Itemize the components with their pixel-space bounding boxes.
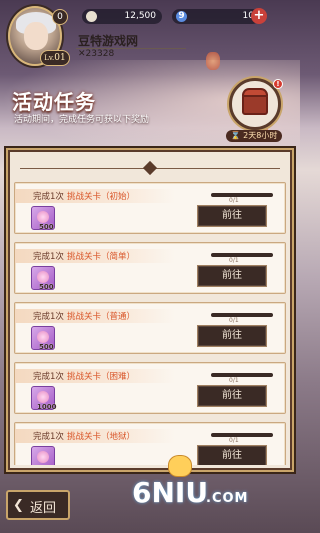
progress-bar — [211, 433, 273, 437]
chest-lid — [242, 88, 268, 97]
task-level: 挑战关卡（普通） — [67, 312, 136, 322]
player-name: 豆特游戏网 — [78, 34, 139, 48]
reward-amount: 1000 — [37, 403, 57, 411]
task-count: 完成1次 — [33, 252, 64, 262]
player-level: Lv.01 — [40, 50, 70, 66]
back-button[interactable]: ❮ 返回 — [6, 490, 70, 520]
gem-icon — [37, 331, 49, 343]
reward-amount: 500 — [39, 343, 54, 351]
progress-text: 0/1 — [229, 437, 239, 444]
player-power: ✕23328 — [78, 49, 115, 59]
task-list[interactable]: 完成1次 挑战关卡（初始） 0/1 500 前往 完成1次 挑战关卡（简单） 0… — [14, 180, 286, 465]
reward-amount: 500 — [39, 223, 54, 231]
task-count: 完成1次 — [33, 192, 64, 202]
notification-badge: ! — [273, 79, 283, 89]
event-timer: ⌛ 2天8小时 — [226, 130, 282, 142]
progress-text: 0/1 — [229, 197, 239, 204]
progress-text: 0/1 — [229, 377, 239, 384]
task-level: 挑战关卡（困难） — [67, 372, 136, 382]
coin-value: 12,500 — [124, 11, 157, 21]
task-count: 完成1次 — [33, 432, 64, 442]
task-count: 完成1次 — [33, 372, 64, 382]
player-level-value: 01 — [54, 53, 66, 63]
reward-item-icon[interactable] — [31, 446, 55, 465]
progress-bar — [211, 373, 273, 377]
task-row: 完成1次 挑战关卡（困难） 0/1 1000 前往 — [14, 362, 286, 414]
avatar-face — [24, 22, 48, 50]
go-button[interactable]: 前往 — [197, 265, 267, 287]
add-currency-button[interactable]: + — [251, 8, 267, 24]
progress-text: 0/1 — [229, 257, 239, 264]
gem-icon — [37, 391, 49, 403]
go-button[interactable]: 前往 — [197, 445, 267, 465]
progress-text: 0/1 — [229, 317, 239, 324]
vip-badge: 0 — [52, 9, 68, 25]
diamond-resource: 9 10 — [172, 9, 260, 24]
gem-icon — [37, 451, 49, 463]
watermark-suffix: .COM — [206, 491, 249, 506]
task-count: 完成1次 — [33, 312, 64, 322]
gem-icon — [37, 211, 49, 223]
progress-bar — [211, 253, 273, 257]
gem-icon — [37, 271, 49, 283]
progress-bar — [211, 313, 273, 317]
task-level: 挑战关卡（初始） — [67, 192, 136, 202]
task-row: 完成1次 挑战关卡（简单） 0/1 500 前往 — [14, 242, 286, 294]
coin-resource: 12,500 — [82, 9, 162, 24]
go-button[interactable]: 前往 — [197, 205, 267, 227]
back-arrow-icon: ❮ — [13, 498, 24, 513]
page-subtitle: 活动期间，完成任务可获以下奖励 — [14, 115, 150, 125]
task-row: 完成1次 挑战关卡（普通） 0/1 500 前往 — [14, 302, 286, 354]
task-row: 完成1次 挑战关卡（地狱） 0/1 前往 — [14, 422, 286, 465]
watermark-logo: 6NIU — [132, 476, 209, 509]
task-level: 挑战关卡（地狱） — [67, 432, 136, 442]
go-button[interactable]: 前往 — [197, 385, 267, 407]
page-title: 活动任务 — [12, 90, 96, 114]
task-row: 完成1次 挑战关卡（初始） 0/1 500 前往 — [14, 182, 286, 234]
go-button[interactable]: 前往 — [197, 325, 267, 347]
diamond-icon: 9 — [176, 11, 187, 22]
progress-bar — [211, 193, 273, 197]
reward-amount: 500 — [39, 283, 54, 291]
back-label: 返回 — [30, 501, 57, 516]
task-level: 挑战关卡（简单） — [67, 252, 136, 262]
chest-icon — [242, 88, 268, 115]
coin-icon — [86, 11, 97, 22]
watermark-mascot — [168, 455, 192, 477]
top-bar: 0 Lv.01 12,500 9 10 + 豆特游戏网 ✕23328 — [0, 0, 300, 70]
